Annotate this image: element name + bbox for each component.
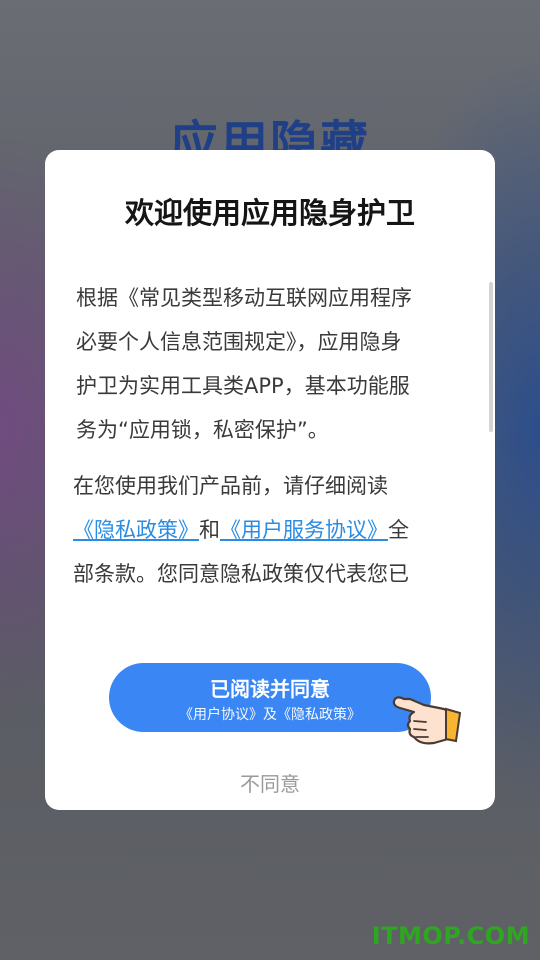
consent-dialog: 欢迎使用应用隐身护卫 根据《常见类型移动互联网应用程序 必要个人信息范围规定》，…: [45, 150, 495, 810]
disagree-button[interactable]: 不同意: [45, 768, 495, 797]
intro-paragraph: 根据《常见类型移动互联网应用程序 必要个人信息范围规定》，应用隐身 护卫为实用工…: [73, 276, 465, 452]
dialog-content[interactable]: 根据《常见类型移动互联网应用程序 必要个人信息范围规定》，应用隐身 护卫为实用工…: [73, 276, 465, 606]
intro-line: 务为“应用锁，私密保护”。: [76, 418, 329, 442]
privacy-policy-link[interactable]: 《隐私政策》: [73, 518, 199, 542]
agree-button-label: 已阅读并同意: [210, 677, 330, 701]
intro-line: 必要个人信息范围规定》，应用隐身: [76, 330, 402, 354]
watermark: ITMOP.COM: [371, 922, 530, 950]
dialog-title: 欢迎使用应用隐身护卫: [124, 196, 415, 230]
policy-paragraph: 在您使用我们产品前，请仔细阅读 《隐私政策》和《用户服务协议》全 部条款。您同意…: [73, 464, 465, 596]
agree-button-sublabel: 《用户协议》及《隐私政策》: [179, 707, 361, 723]
policy-line-links: 《隐私政策》和《用户服务协议》全: [73, 508, 465, 552]
policy-line: 部条款。您同意隐私政策仅代表您已: [73, 562, 409, 586]
intro-line: 护卫为实用工具类APP，基本功能服: [76, 374, 410, 398]
after-link-text: 全: [388, 518, 409, 542]
policy-line: 在您使用我们产品前，请仔细阅读: [73, 474, 388, 498]
pointing-hand-icon: [392, 696, 462, 745]
agree-button[interactable]: 已阅读并同意 《用户协议》及《隐私政策》: [109, 663, 431, 732]
user-service-agreement-link[interactable]: 《用户服务协议》: [220, 518, 388, 542]
content-scrollbar[interactable]: [489, 282, 493, 432]
intro-line: 根据《常见类型移动互联网应用程序: [76, 286, 412, 310]
and-text: 和: [199, 518, 220, 542]
